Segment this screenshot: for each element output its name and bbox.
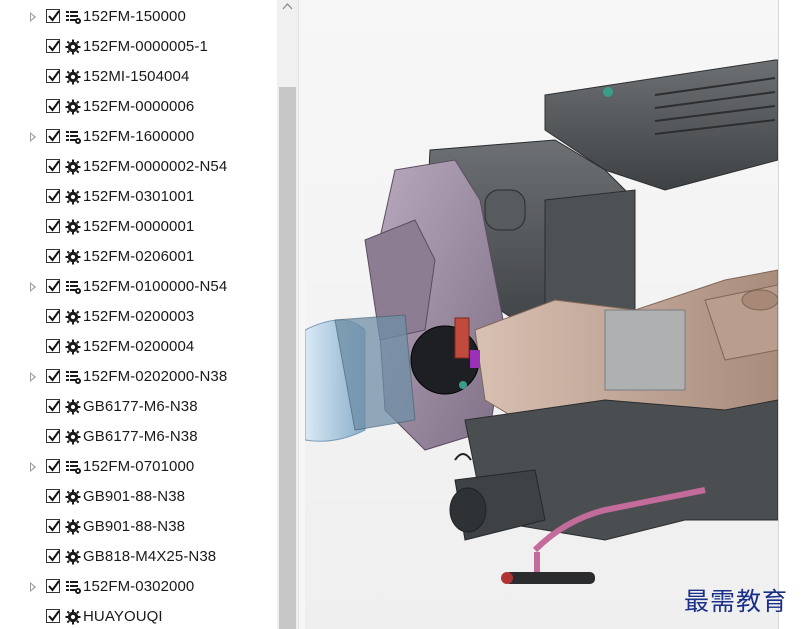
tree-node-label[interactable]: GB901-88-N38 bbox=[83, 488, 185, 505]
gear-icon bbox=[64, 99, 82, 115]
tree-node[interactable]: 152MI-1504004 bbox=[0, 62, 277, 92]
tree-node[interactable]: 152FM-0200003 bbox=[0, 302, 277, 332]
gear-icon bbox=[64, 339, 82, 355]
chevron-up-icon[interactable] bbox=[282, 2, 293, 11]
tree-node[interactable]: 152FM-150000 bbox=[0, 2, 277, 32]
tree-node[interactable]: 152FM-0100000-N54 bbox=[0, 272, 277, 302]
visibility-checkbox[interactable] bbox=[46, 69, 60, 83]
visibility-checkbox[interactable] bbox=[46, 609, 60, 623]
tree-node[interactable]: GB901-88-N38 bbox=[0, 512, 277, 542]
visibility-checkbox[interactable] bbox=[46, 309, 60, 323]
gear-icon bbox=[64, 399, 82, 415]
tree-node-label[interactable]: GB818-M4X25-N38 bbox=[83, 548, 216, 565]
assembly-list-icon bbox=[64, 459, 82, 475]
tree-scrollbar[interactable] bbox=[277, 0, 298, 629]
expand-triangle-icon[interactable] bbox=[30, 132, 36, 142]
tree-node-label[interactable]: GB6177-M6-N38 bbox=[83, 428, 198, 445]
tree-node[interactable]: 152FM-0000002-N54 bbox=[0, 152, 277, 182]
tree-node[interactable]: 152FM-0000001 bbox=[0, 212, 277, 242]
viewport-border bbox=[778, 0, 805, 629]
expand-triangle-icon[interactable] bbox=[30, 372, 36, 382]
tree-node-label[interactable]: 152FM-1600000 bbox=[83, 128, 194, 145]
tree-node[interactable]: 152FM-0200004 bbox=[0, 332, 277, 362]
tree-node-label[interactable]: HUAYOUQI bbox=[83, 608, 163, 625]
tree-node-label[interactable]: GB6177-M6-N38 bbox=[83, 398, 198, 415]
visibility-checkbox[interactable] bbox=[46, 219, 60, 233]
tree-node-label[interactable]: 152FM-0200004 bbox=[83, 338, 194, 355]
tree-node[interactable]: GB6177-M6-N38 bbox=[0, 392, 277, 422]
gear-icon bbox=[64, 69, 82, 85]
tree-node-label[interactable]: 152FM-0000005-1 bbox=[83, 38, 208, 55]
gear-icon bbox=[64, 189, 82, 205]
tree-node[interactable]: GB901-88-N38 bbox=[0, 482, 277, 512]
tree-node-label[interactable]: 152MI-1504004 bbox=[83, 68, 189, 85]
tree-node[interactable]: GB6177-M6-N38 bbox=[0, 422, 277, 452]
visibility-checkbox[interactable] bbox=[46, 9, 60, 23]
visibility-checkbox[interactable] bbox=[46, 399, 60, 413]
assembly-list-icon bbox=[64, 369, 82, 385]
tree-node-label[interactable]: 152FM-0202000-N38 bbox=[83, 368, 227, 385]
assembly-list-icon bbox=[64, 9, 82, 25]
tree-node[interactable]: HUAYOUQI bbox=[0, 602, 277, 629]
visibility-checkbox[interactable] bbox=[46, 459, 60, 473]
visibility-checkbox[interactable] bbox=[46, 519, 60, 533]
gear-icon bbox=[64, 429, 82, 445]
gear-icon bbox=[64, 549, 82, 565]
3d-viewport[interactable] bbox=[305, 0, 778, 629]
visibility-checkbox[interactable] bbox=[46, 279, 60, 293]
expand-triangle-icon[interactable] bbox=[30, 462, 36, 472]
3d-model-render bbox=[305, 59, 778, 584]
gear-icon bbox=[64, 219, 82, 235]
expand-triangle-icon[interactable] bbox=[30, 582, 36, 592]
assembly-list-icon bbox=[64, 279, 82, 295]
tree-node[interactable]: 152FM-0301001 bbox=[0, 182, 277, 212]
assembly-list-icon bbox=[64, 579, 82, 595]
tree-node[interactable]: 152FM-0302000 bbox=[0, 572, 277, 602]
tree-node[interactable]: 152FM-1600000 bbox=[0, 122, 277, 152]
tree-node-label[interactable]: 152FM-0000006 bbox=[83, 98, 194, 115]
visibility-checkbox[interactable] bbox=[46, 189, 60, 203]
tree-node-label[interactable]: 152FM-0200003 bbox=[83, 308, 194, 325]
tree-node-label[interactable]: 152FM-0100000-N54 bbox=[83, 278, 227, 295]
tree-node-label[interactable]: 152FM-0302000 bbox=[83, 578, 194, 595]
expand-triangle-icon[interactable] bbox=[30, 12, 36, 22]
gear-icon bbox=[64, 249, 82, 265]
tree-node[interactable]: 152FM-0000005-1 bbox=[0, 32, 277, 62]
gear-icon bbox=[64, 519, 82, 535]
model-tree-panel[interactable]: 152FM-150000 152FM-0000005-1 152MI-1504004… bbox=[0, 0, 277, 629]
visibility-checkbox[interactable] bbox=[46, 489, 60, 503]
tree-node[interactable]: 152FM-0206001 bbox=[0, 242, 277, 272]
tree-node-label[interactable]: 152FM-0301001 bbox=[83, 188, 194, 205]
tree-node-label[interactable]: GB901-88-N38 bbox=[83, 518, 185, 535]
assembly-list-icon bbox=[64, 129, 82, 145]
gear-icon bbox=[64, 309, 82, 325]
visibility-checkbox[interactable] bbox=[46, 159, 60, 173]
expand-triangle-icon[interactable] bbox=[30, 282, 36, 292]
tree-node[interactable]: 152FM-0701000 bbox=[0, 452, 277, 482]
gear-icon bbox=[64, 609, 82, 625]
visibility-checkbox[interactable] bbox=[46, 549, 60, 563]
visibility-checkbox[interactable] bbox=[46, 429, 60, 443]
tree-node-label[interactable]: 152FM-0000002-N54 bbox=[83, 158, 227, 175]
visibility-checkbox[interactable] bbox=[46, 249, 60, 263]
gear-icon bbox=[64, 39, 82, 55]
tree-node-label[interactable]: 152FM-0206001 bbox=[83, 248, 194, 265]
visibility-checkbox[interactable] bbox=[46, 99, 60, 113]
tree-node-label[interactable]: 152FM-150000 bbox=[83, 8, 186, 25]
tree-node-label[interactable]: 152FM-0701000 bbox=[83, 458, 194, 475]
gear-icon bbox=[64, 489, 82, 505]
tree-node[interactable]: 152FM-0202000-N38 bbox=[0, 362, 277, 392]
watermark-text: 最需教育 bbox=[684, 587, 789, 616]
visibility-checkbox[interactable] bbox=[46, 579, 60, 593]
visibility-checkbox[interactable] bbox=[46, 39, 60, 53]
visibility-checkbox[interactable] bbox=[46, 339, 60, 353]
gear-icon bbox=[64, 159, 82, 175]
scrollbar-thumb[interactable] bbox=[279, 87, 296, 629]
visibility-checkbox[interactable] bbox=[46, 369, 60, 383]
tree-node-label[interactable]: 152FM-0000001 bbox=[83, 218, 194, 235]
visibility-checkbox[interactable] bbox=[46, 129, 60, 143]
panel-splitter[interactable] bbox=[298, 0, 305, 629]
tree-node[interactable]: GB818-M4X25-N38 bbox=[0, 542, 277, 572]
tree-node[interactable]: 152FM-0000006 bbox=[0, 92, 277, 122]
